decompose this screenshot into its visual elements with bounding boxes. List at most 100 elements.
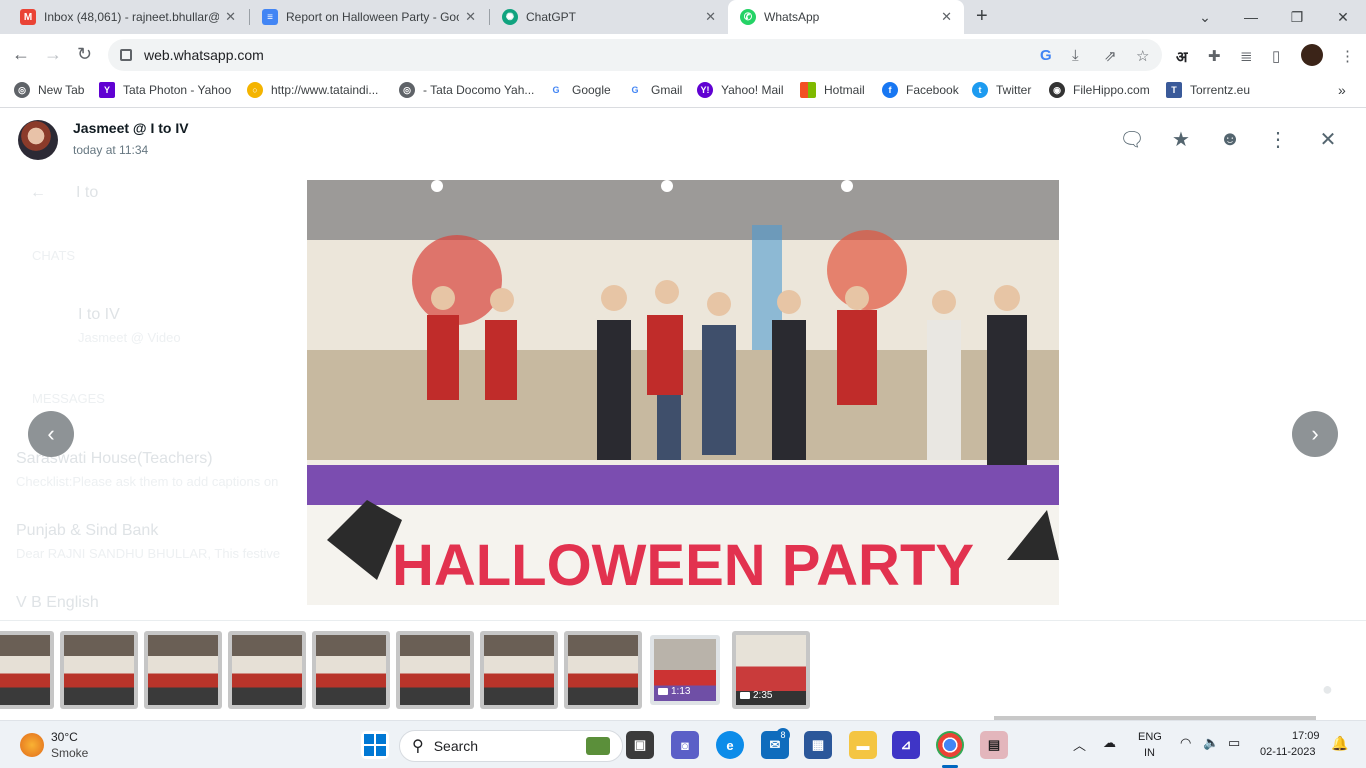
- video-camera-icon: [658, 688, 668, 695]
- google-icon: G: [627, 82, 643, 98]
- search-icon: ⚲: [412, 738, 424, 755]
- file-explorer-icon[interactable]: ▬: [849, 731, 877, 759]
- vpn-app-icon[interactable]: ⊿: [892, 731, 920, 759]
- weather-desc[interactable]: Smoke: [51, 746, 88, 760]
- sender-name[interactable]: Jasmeet @ I to IV: [73, 120, 189, 136]
- result-preview: Checklist:Please ask them to add caption…: [16, 474, 279, 489]
- thumbnail[interactable]: [396, 631, 474, 709]
- wifi-icon[interactable]: ◠: [1180, 735, 1191, 751]
- onedrive-cloud-icon[interactable]: ☁: [1103, 735, 1116, 751]
- bookmark-twitter[interactable]: t Twitter: [972, 82, 1031, 98]
- show-hidden-icons[interactable]: ︿: [1073, 735, 1086, 754]
- twitter-icon: t: [972, 82, 988, 98]
- lock-icon[interactable]: [120, 49, 132, 61]
- bookmark-label: New Tab: [38, 83, 85, 97]
- star-icon[interactable]: ★: [1168, 126, 1194, 152]
- result-name: Punjab & Sind Bank: [16, 522, 159, 539]
- profile-avatar[interactable]: [1301, 44, 1323, 66]
- battery-icon[interactable]: ▭: [1228, 735, 1240, 751]
- duration-text: 2:35: [753, 690, 773, 701]
- tab-whatsapp[interactable]: ✆ WhatsApp ✕: [728, 0, 964, 34]
- teams-icon[interactable]: ◙: [671, 731, 699, 759]
- minimize-button[interactable]: —: [1228, 0, 1274, 34]
- bookmark-tata-photon[interactable]: Y Tata Photon - Yahoo: [99, 82, 231, 98]
- more-bookmarks-icon[interactable]: »: [1338, 82, 1346, 98]
- forward-button[interactable]: →: [44, 44, 62, 65]
- language-top[interactable]: ENG: [1138, 731, 1162, 743]
- address-bar[interactable]: web.whatsapp.com: [108, 39, 1162, 71]
- back-button[interactable]: ←: [12, 44, 30, 65]
- video-duration: 1:13: [658, 686, 690, 697]
- video-player[interactable]: HALLOWEEN PARTY: [307, 180, 1059, 605]
- thumbnail[interactable]: [564, 631, 642, 709]
- taskbar-search[interactable]: ⚲ Search: [399, 730, 623, 762]
- next-media-button[interactable]: ›: [1292, 411, 1338, 457]
- calculator-icon[interactable]: ▤: [980, 731, 1008, 759]
- previous-media-button[interactable]: ‹: [28, 411, 74, 457]
- clock-time[interactable]: 17:09: [1292, 730, 1320, 742]
- bookmark-new-tab[interactable]: ◎ New Tab: [14, 82, 84, 98]
- reading-list-icon[interactable]: ≣: [1240, 47, 1253, 65]
- task-view-icon[interactable]: ▣: [626, 731, 654, 759]
- close-tab-icon[interactable]: ✕: [941, 9, 952, 25]
- bookmark-hotmail[interactable]: Hotmail: [800, 82, 865, 98]
- thumbnail-video[interactable]: 2:35: [732, 631, 810, 709]
- bookmark-tata-docomo[interactable]: ◎ - Tata Docomo Yah...: [399, 82, 534, 98]
- weather-sun-icon[interactable]: [20, 733, 44, 757]
- share-icon[interactable]: ⇗: [1104, 47, 1117, 65]
- bookmark-star-icon[interactable]: ☆: [1136, 47, 1149, 65]
- extensions-icon[interactable]: ✚: [1208, 47, 1221, 65]
- tab-google-docs[interactable]: ≡ Report on Halloween Party - Goo ✕: [250, 0, 488, 34]
- thumbnail-video-selected[interactable]: 1:13: [650, 635, 720, 705]
- thumbnail[interactable]: [480, 631, 558, 709]
- bookmark-label: Google: [572, 83, 611, 97]
- thumbnail[interactable]: [60, 631, 138, 709]
- bookmark-google[interactable]: G Google: [548, 82, 611, 98]
- bookmark-label: Hotmail: [824, 83, 865, 97]
- tab-gmail[interactable]: M Inbox (48,061) - rajneet.bhullar@ ✕: [8, 0, 248, 34]
- reload-button[interactable]: ↻: [77, 44, 92, 65]
- tab-search-icon[interactable]: ⌄: [1182, 0, 1228, 34]
- bookmark-facebook[interactable]: f Facebook: [882, 82, 959, 98]
- react-emoji-icon[interactable]: ☻: [1217, 126, 1243, 152]
- bookmark-label: Gmail: [651, 83, 683, 97]
- microsoft-store-icon[interactable]: ▦: [804, 731, 832, 759]
- notification-bell-icon[interactable]: 🔔: [1331, 735, 1348, 752]
- clock-date[interactable]: 02-11-2023: [1260, 746, 1315, 758]
- go-to-message-icon[interactable]: 🗨: [1119, 126, 1145, 152]
- globe-icon: ◎: [14, 82, 30, 98]
- maximize-button[interactable]: ❐: [1274, 0, 1320, 34]
- thumbnail[interactable]: [0, 631, 54, 709]
- thumbnail[interactable]: [228, 631, 306, 709]
- chat-preview: Jasmeet @ Video: [78, 330, 181, 345]
- more-options-icon[interactable]: ⋮: [1265, 126, 1291, 152]
- thumbnail[interactable]: [312, 631, 390, 709]
- google-lens-icon[interactable]: G: [1040, 47, 1052, 64]
- thumbnail[interactable]: [144, 631, 222, 709]
- chrome-menu-icon[interactable]: ⋮: [1340, 47, 1355, 65]
- edge-icon[interactable]: e: [716, 731, 744, 759]
- bookmark-torrentz[interactable]: T Torrentz.eu: [1166, 82, 1250, 98]
- bookmark-tataindi[interactable]: ○ http://www.tataindi...: [247, 82, 378, 98]
- sender-avatar[interactable]: [18, 120, 58, 160]
- translate-extension-icon[interactable]: अ: [1176, 47, 1187, 67]
- volume-icon[interactable]: 🔈: [1203, 735, 1219, 751]
- close-window-button[interactable]: ✕: [1320, 0, 1366, 34]
- side-panel-icon[interactable]: ▯: [1272, 47, 1280, 65]
- close-tab-icon[interactable]: ✕: [705, 9, 716, 25]
- tab-chatgpt[interactable]: ✺ ChatGPT ✕: [490, 0, 728, 34]
- bookmark-filehippo[interactable]: ◉ FileHippo.com: [1049, 82, 1150, 98]
- close-viewer-icon[interactable]: ✕: [1315, 126, 1341, 152]
- close-tab-icon[interactable]: ✕: [465, 9, 476, 25]
- language-bottom[interactable]: IN: [1144, 747, 1155, 759]
- bookmark-yahoo-mail[interactable]: Y! Yahoo! Mail: [697, 82, 783, 98]
- chrome-icon[interactable]: [936, 731, 964, 759]
- bookmark-gmail[interactable]: G Gmail: [627, 82, 682, 98]
- weather-temp[interactable]: 30°C: [51, 730, 78, 744]
- new-tab-button[interactable]: +: [976, 5, 988, 28]
- bookmark-label: FileHippo.com: [1073, 83, 1150, 97]
- install-app-icon[interactable]: ⤓: [1072, 47, 1079, 64]
- close-tab-icon[interactable]: ✕: [225, 9, 236, 25]
- start-windows-icon[interactable]: [361, 731, 389, 759]
- duration-text: 1:13: [671, 686, 691, 697]
